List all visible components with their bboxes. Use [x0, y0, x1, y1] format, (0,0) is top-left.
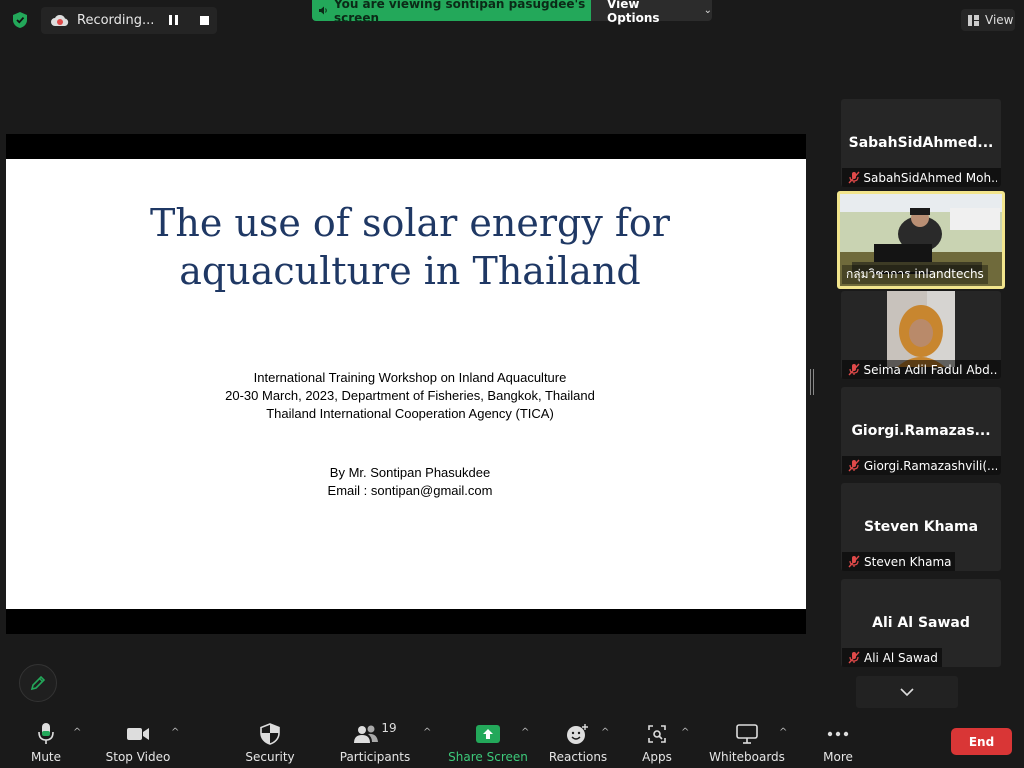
more-button[interactable]: More: [818, 712, 858, 768]
participant-tile[interactable]: Ali Al Sawad Ali Al Sawad: [841, 579, 1001, 667]
mute-label: Mute: [30, 750, 62, 764]
recording-label: Recording...: [77, 13, 155, 28]
viewing-banner: You are viewing sontipan pasugdee's scre…: [312, 0, 591, 25]
slide-subtitle-line1: International Training Workshop on Inlan…: [253, 370, 567, 385]
slide-author-line: By Mr. Sontipan Phasukdee: [329, 465, 491, 480]
participants-options-caret[interactable]: ^: [423, 727, 431, 738]
more-label: More: [823, 750, 853, 764]
participant-label: กลุ่มวิชาการ inlandtechs: [842, 265, 988, 284]
whiteboards-label: Whiteboards: [709, 750, 785, 764]
video-options-caret[interactable]: ^: [171, 727, 179, 738]
muted-mic-icon: [846, 651, 862, 665]
whiteboard-icon: [736, 720, 758, 748]
participants-icon: 19: [353, 720, 397, 748]
recording-indicator: Recording...: [41, 7, 217, 34]
participant-tile[interactable]: Seima Adil Fadul Abd...: [841, 291, 1001, 379]
mute-button[interactable]: Mute: [24, 712, 68, 768]
presentation-slide: The use of solar energy for aquaculture …: [6, 159, 806, 609]
muted-mic-icon: [846, 171, 861, 185]
stop-video-label: Stop Video: [105, 750, 171, 764]
view-button-label: View: [985, 13, 1014, 27]
participant-label-text: Giorgi.Ramazashvili(...: [863, 458, 997, 473]
slide-email-line: Email : sontipan@gmail.com: [327, 483, 493, 498]
participant-name-large: Ali Al Sawad: [872, 615, 970, 631]
slide-subtitle-line2: 20-30 March, 2023, Department of Fisheri…: [225, 388, 595, 403]
reactions-options-caret[interactable]: ^: [601, 727, 609, 738]
whiteboards-button[interactable]: Whiteboards: [709, 712, 785, 768]
reactions-icon: [566, 720, 590, 748]
pencil-icon: [30, 675, 46, 691]
participant-label-text: SabahSidAhmed Moh...: [863, 170, 997, 185]
participant-label: SabahSidAhmed Moh...: [842, 168, 1001, 187]
security-button[interactable]: Security: [242, 712, 298, 768]
slide-author: By Mr. Sontipan Phasukdee Email : sontip…: [6, 464, 814, 500]
muted-mic-icon: [846, 363, 862, 377]
stop-video-button[interactable]: Stop Video: [104, 712, 172, 768]
reactions-label: Reactions: [548, 750, 608, 764]
audio-options-caret[interactable]: ^: [73, 727, 81, 738]
reactions-button[interactable]: Reactions: [548, 712, 608, 768]
participant-tile-active-speaker[interactable]: กลุ่มวิชาการ inlandtechs: [837, 191, 1005, 289]
pause-recording-button[interactable]: [169, 15, 181, 26]
participant-label: Steven Khama: [842, 552, 956, 571]
slide-subtitle-line3: Thailand International Cooperation Agenc…: [266, 406, 554, 421]
participant-label: Seima Adil Fadul Abd...: [842, 360, 1001, 379]
panel-resize-handle[interactable]: [810, 369, 814, 395]
participants-button[interactable]: 19 Participants: [339, 712, 411, 768]
muted-mic-icon: [846, 555, 862, 569]
stop-recording-button[interactable]: [200, 16, 209, 25]
participant-tile[interactable]: SabahSidAhmed... SabahSidAhmed Moh...: [841, 99, 1001, 187]
security-label: Security: [245, 750, 295, 764]
end-meeting-button[interactable]: End: [951, 728, 1012, 755]
participant-label-text: กลุ่มวิชาการ inlandtechs: [846, 267, 984, 281]
participant-label-text: Steven Khama: [864, 554, 952, 569]
mic-icon: [37, 720, 55, 748]
whiteboards-options-caret[interactable]: ^: [779, 727, 787, 738]
slide-subtitle: International Training Workshop on Inlan…: [6, 369, 814, 423]
view-button[interactable]: View: [961, 9, 1015, 31]
participant-name-large: Giorgi.Ramazas...: [851, 423, 991, 439]
participants-label: Participants: [339, 750, 411, 764]
apps-label: Apps: [642, 750, 672, 764]
view-options-button[interactable]: View Options ⌄: [591, 0, 712, 25]
apps-button[interactable]: Apps: [635, 712, 679, 768]
meeting-toolbar: Mute ^ Stop Video ^ Security 19 Particip…: [0, 712, 1024, 768]
participant-name-large: Steven Khama: [863, 519, 979, 535]
apps-icon: [647, 720, 667, 748]
speaker-icon: [319, 6, 327, 15]
view-options-label: View Options: [607, 0, 660, 25]
viewing-banner-text: You are viewing sontipan pasugdee's scre…: [334, 0, 586, 25]
share-screen-icon: [476, 720, 500, 748]
slide-title-line2: aquaculture in Thailand: [179, 249, 641, 293]
participant-label: Giorgi.Ramazashvili(...: [842, 456, 1001, 475]
share-options-caret[interactable]: ^: [521, 727, 529, 738]
more-icon: [827, 720, 849, 748]
annotate-button[interactable]: [19, 664, 57, 702]
participant-tile[interactable]: Steven Khama Steven Khama: [841, 483, 1001, 571]
shield-security-icon: [260, 720, 280, 748]
participant-tile[interactable]: Giorgi.Ramazas... Giorgi.Ramazashvili(..…: [841, 387, 1001, 475]
encryption-shield-icon[interactable]: [9, 9, 31, 31]
chevron-down-icon: [900, 687, 914, 696]
participant-label-text: Ali Al Sawad: [864, 650, 938, 665]
muted-mic-icon: [846, 459, 862, 473]
participant-label: Ali Al Sawad: [842, 648, 942, 667]
chevron-down-icon: ⌄: [703, 5, 712, 16]
share-screen-label: Share Screen: [448, 750, 528, 764]
apps-options-caret[interactable]: ^: [681, 727, 689, 738]
participant-name-large: SabahSidAhmed...: [848, 135, 994, 151]
participant-label-text: Seima Adil Fadul Abd...: [863, 362, 997, 377]
share-screen-button[interactable]: Share Screen: [448, 712, 528, 768]
video-camera-icon: [126, 720, 150, 748]
slide-title-line1: The use of solar energy for: [150, 201, 670, 245]
participants-count: 19: [381, 721, 397, 735]
grid-icon: [968, 14, 979, 26]
slide-title: The use of solar energy for aquaculture …: [6, 199, 814, 295]
participant-video: [887, 291, 955, 367]
scroll-participants-down-button[interactable]: [856, 676, 958, 708]
recording-icon: [51, 14, 69, 28]
